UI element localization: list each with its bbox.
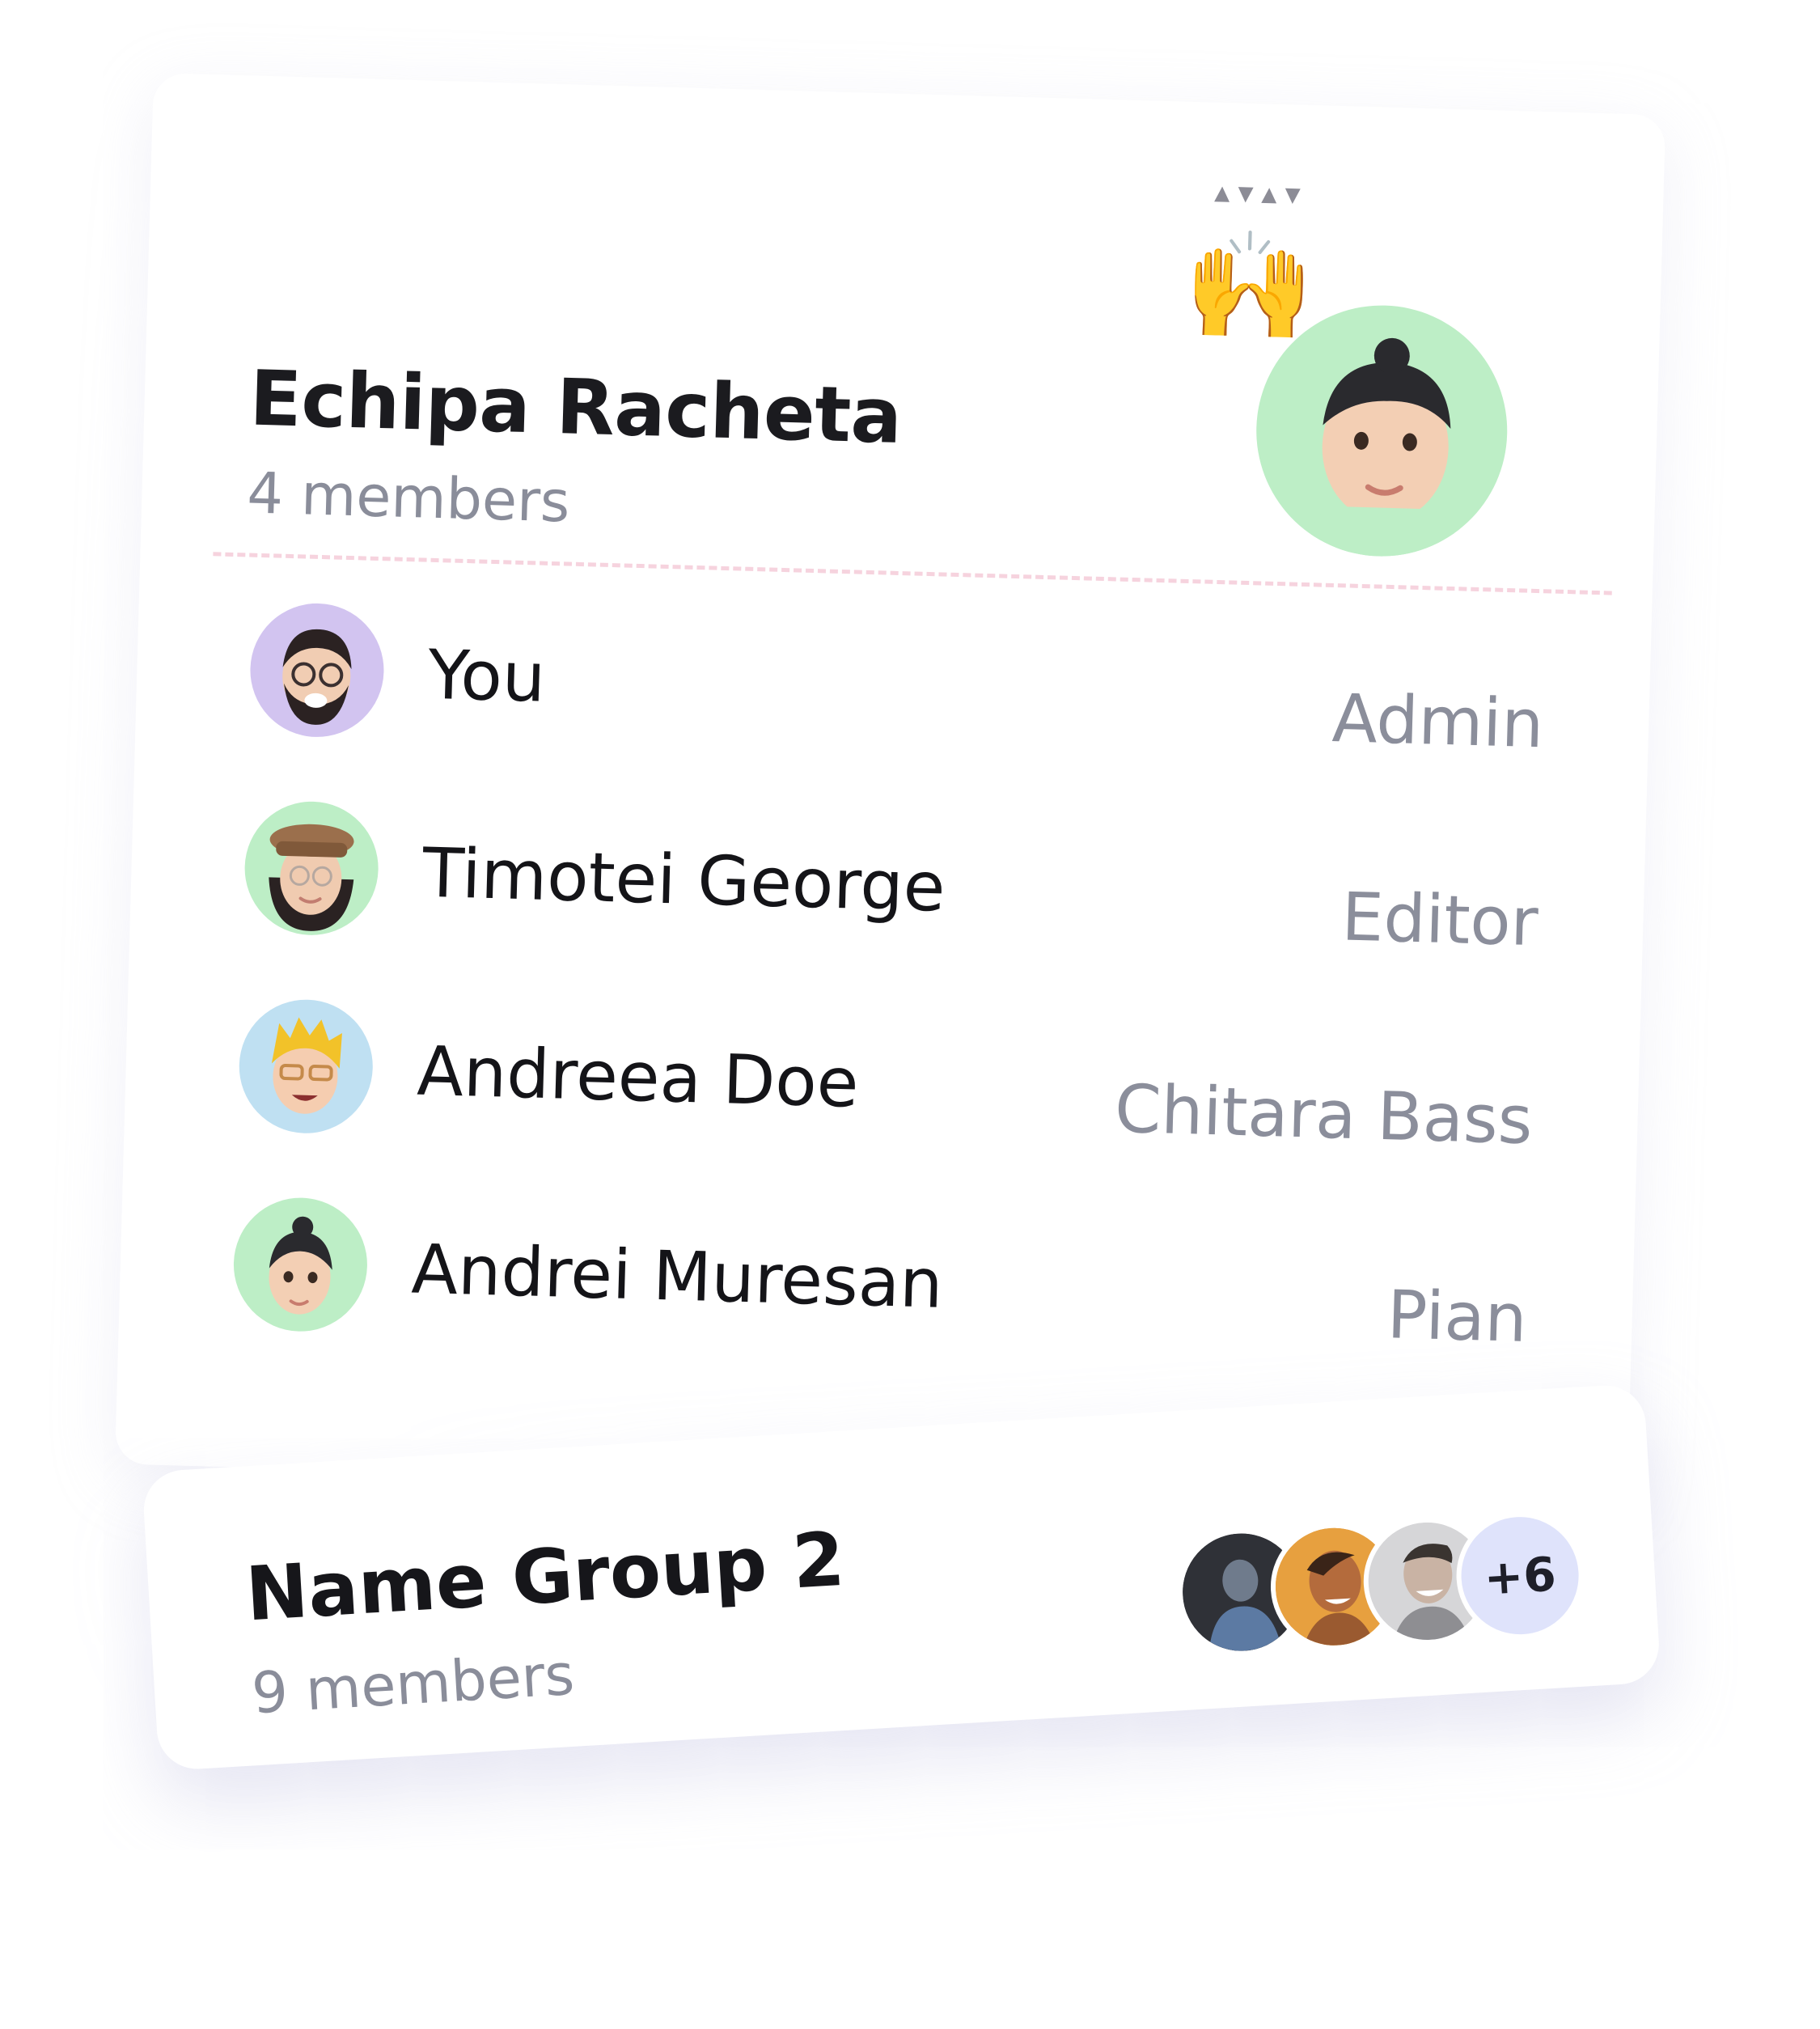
group-member-count: 9 members [250,1641,577,1727]
memoji-hat-glasses-icon [269,824,354,931]
member-row[interactable]: Andrei Muresan Pian [119,1192,1635,1372]
member-role: Editor [1340,879,1539,962]
avatar [237,998,375,1136]
member-name: Timotei George [421,832,946,927]
member-role: Pian [1386,1277,1528,1358]
raised-hands-icon: 🙌 [1182,222,1317,349]
member-name: You [426,634,547,718]
memoji-bearded-glasses-icon [282,629,352,725]
group-title: Echipa Racheta [248,354,904,461]
member-row[interactable]: Andreea Doe Chitara Bass [124,995,1640,1175]
member-row[interactable]: Timotei George Editor [129,797,1645,976]
group-member-count: 4 members [246,460,571,536]
group-title: Name Group 2 [243,1515,847,1638]
member-role: Admin [1331,680,1545,764]
avatar [243,799,380,938]
avatar [248,601,386,739]
memoji-blond-icon [271,1017,342,1114]
section-divider [213,552,1612,595]
member-avatar-stack[interactable]: +6 [1174,1508,1602,1660]
member-name: Andrei Muresan [410,1229,944,1324]
avatar [231,1196,370,1333]
group-card-echipa[interactable]: Echipa Racheta 4 members ▴▾▴▾ 🙌 You Admi… [114,73,1666,1506]
sparkle-icon: ▴▾▴▾ [1213,173,1310,212]
member-name: Andreea Doe [416,1031,860,1123]
member-role: Chitara Bass [1113,1070,1534,1160]
group-cards-stage: Echipa Racheta 4 members ▴▾▴▾ 🙌 You Admi… [0,0,1820,2029]
memoji-bun-icon [269,1216,332,1315]
member-row[interactable]: You Admin [135,599,1651,778]
